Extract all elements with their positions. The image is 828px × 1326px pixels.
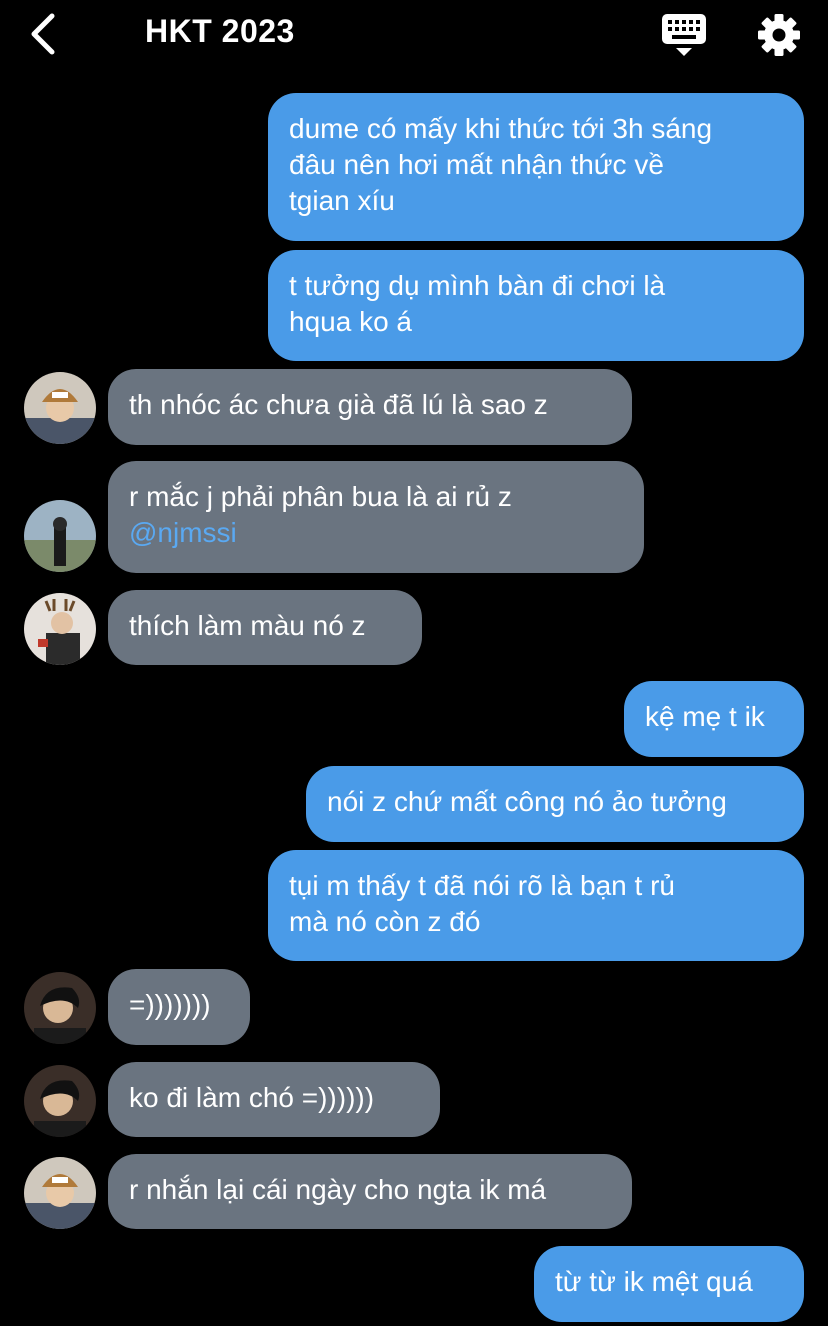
message-line: r mắc j phải phân bua là ai rủ z — [129, 481, 512, 512]
avatar-outdoor[interactable] — [24, 500, 96, 572]
chevron-left-icon — [31, 13, 55, 55]
message-line: đâu nên hơi mất nhận thức về — [289, 149, 664, 180]
message-line: kệ mẹ t ik — [645, 701, 765, 732]
gear-icon — [758, 14, 800, 56]
message-line: tgian xíu — [289, 185, 395, 216]
message-line: t tưởng dụ mình bàn đi chơi là — [289, 270, 666, 301]
avatar-dark[interactable] — [24, 972, 96, 1044]
message-bubble-incoming[interactable]: ko đi làm chó =)))))) — [108, 1062, 440, 1137]
message-line: th nhóc ác chưa già đã lú là sao z — [129, 389, 548, 420]
message-bubble-outgoing[interactable]: từ từ ik mệt quá — [534, 1246, 804, 1322]
message-line: thích làm màu nó z — [129, 610, 366, 641]
avatar-antlers[interactable] — [24, 593, 96, 665]
keyboard-icon — [662, 14, 706, 56]
message-bubble-incoming[interactable]: th nhóc ác chưa già đã lú là sao z — [108, 369, 632, 445]
message-line: r nhắn lại cái ngày cho ngta ik má — [129, 1174, 547, 1205]
message-line: tụi m thấy t đã nói rõ là bạn t rủ — [289, 870, 675, 901]
message-bubble-incoming[interactable]: r mắc j phải phân bua là ai rủ z @njmssi — [108, 461, 644, 573]
message-line: dume có mấy khi thức tới 3h sáng — [289, 113, 713, 144]
settings-button[interactable] — [756, 12, 802, 58]
message-line: mà nó còn z đó — [289, 906, 481, 937]
message-bubble-incoming[interactable]: =))))))) — [108, 969, 250, 1045]
message-line: nói z chứ mất công nó ảo tưởng — [327, 786, 727, 817]
message-line: từ từ ik mệt quá — [555, 1266, 753, 1297]
message-bubble-incoming[interactable]: thích làm màu nó z — [108, 590, 422, 665]
message-bubble-incoming[interactable]: r nhắn lại cái ngày cho ngta ik má — [108, 1154, 632, 1229]
chat-title: HKT 2023 — [145, 13, 295, 49]
avatar-dark[interactable] — [24, 1065, 96, 1137]
message-line: =))))))) — [129, 989, 211, 1020]
keyboard-button[interactable] — [660, 12, 708, 58]
message-line: hqua ko á — [289, 306, 412, 337]
message-bubble-outgoing[interactable]: dume có mấy khi thức tới 3h sáng đâu nên… — [268, 93, 804, 241]
message-bubble-outgoing[interactable]: nói z chứ mất công nó ảo tưởng — [306, 766, 804, 842]
message-bubble-outgoing[interactable]: kệ mẹ t ik — [624, 681, 804, 757]
avatar-beanie[interactable] — [24, 372, 96, 444]
avatar-beanie[interactable] — [24, 1157, 96, 1229]
message-bubble-outgoing[interactable]: tụi m thấy t đã nói rõ là bạn t rủ mà nó… — [268, 850, 804, 961]
back-button[interactable] — [26, 12, 66, 56]
user-mention[interactable]: @njmssi — [129, 515, 624, 551]
chat-header: HKT 2023 — [0, 0, 828, 70]
message-line: ko đi làm chó =)))))) — [129, 1082, 375, 1113]
message-bubble-outgoing[interactable]: t tưởng dụ mình bàn đi chơi là hqua ko á — [268, 250, 804, 361]
